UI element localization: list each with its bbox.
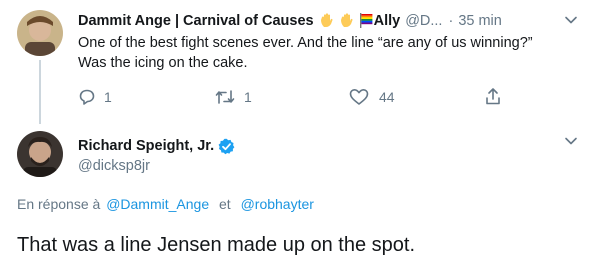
- reply-icon: [79, 89, 95, 105]
- reply-action[interactable]: 1: [78, 87, 112, 107]
- reply-tweet-menu-button[interactable]: [564, 13, 578, 27]
- main-author-handle[interactable]: @dicksp8jr: [78, 158, 150, 174]
- main-author-name[interactable]: Richard Speight, Jr.: [78, 138, 214, 154]
- verified-badge-icon: [218, 138, 235, 155]
- main-tweet-menu-button[interactable]: [564, 134, 578, 148]
- reply-tweet-header: Dammit Ange | Carnival of Causes Ally @D…: [78, 11, 548, 31]
- share-action[interactable]: [484, 86, 502, 106]
- reply-tweet-text-line: Was the icing on the cake.: [78, 55, 248, 71]
- time-separator: ·: [448, 13, 454, 29]
- reply-author-avatar[interactable]: [17, 10, 63, 56]
- thread-connector-line: [39, 60, 41, 124]
- reply-count: 1: [104, 89, 112, 105]
- like-count: 44: [379, 89, 395, 105]
- reply-context-and: et: [219, 196, 231, 212]
- reply-author-name-suffix[interactable]: Ally: [374, 13, 401, 29]
- chevron-down-icon: [565, 16, 577, 24]
- main-tweet-header: Richard Speight, Jr.: [78, 136, 235, 156]
- reply-author-name[interactable]: Dammit Ange | Carnival of Causes: [78, 13, 314, 29]
- reply-timestamp[interactable]: 35 min: [458, 13, 502, 29]
- main-tweet-text: That was a line Jensen made up on the sp…: [17, 234, 416, 256]
- retweet-icon: [215, 90, 235, 104]
- rainbow-flag-emoji-icon: [358, 12, 374, 30]
- reply-to-user-link[interactable]: @Dammit_Ange: [106, 196, 209, 212]
- reply-tweet-text-line: One of the best fight scenes ever. And t…: [78, 35, 533, 51]
- reply-to-user-link[interactable]: @robhayter: [241, 196, 314, 212]
- main-author-avatar[interactable]: [17, 131, 63, 177]
- chevron-down-icon: [565, 137, 577, 145]
- reply-context-prefix: En réponse à: [17, 196, 101, 212]
- retweet-action[interactable]: 1: [214, 87, 252, 107]
- hand-emoji-icon: [319, 12, 335, 30]
- like-action[interactable]: 44: [349, 87, 395, 107]
- reply-context: En réponse à @Dammit_Ange et @robhayter: [17, 196, 314, 212]
- hand-emoji-icon: [339, 12, 355, 30]
- retweet-count: 1: [244, 89, 252, 105]
- share-icon: [486, 87, 500, 104]
- reply-tweet-text: One of the best fight scenes ever. And t…: [78, 33, 583, 73]
- like-icon: [349, 89, 369, 105]
- reply-author-handle[interactable]: @D...: [405, 13, 442, 29]
